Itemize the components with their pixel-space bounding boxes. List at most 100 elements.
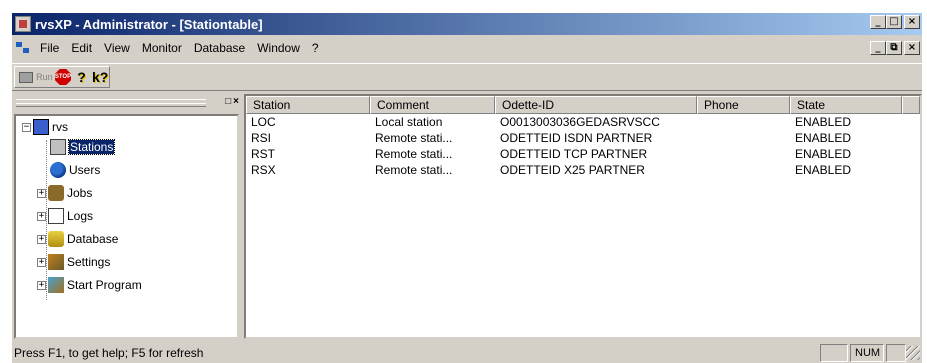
collapse-icon[interactable]: − [22,122,31,132]
start-program-icon [48,277,64,293]
cell-comment: Local station [375,115,443,129]
pane-grip[interactable] [16,103,206,107]
cell-odette-id: ODETTEID X25 PARTNER [500,163,645,177]
table-row[interactable]: LOC Local station O0013003036GEDASRVSCC … [246,114,920,130]
document-icon[interactable] [15,40,31,56]
table-row[interactable]: RSX Remote stati... ODETTEID X25 PARTNER… [246,162,920,178]
context-help-icon: k? [92,69,109,85]
tree-label: rvs [52,120,68,134]
tree-node-settings[interactable]: + Settings [37,253,110,271]
tree-view[interactable]: − rvs Stations Users + Jobs + Logs + Dat… [14,114,239,339]
jobs-icon [48,185,64,201]
tree-node-logs[interactable]: + Logs [37,207,93,225]
tree-label: Settings [67,255,111,269]
tree-node-start-program[interactable]: + Start Program [37,276,142,294]
cell-state: ENABLED [795,131,852,145]
cell-state: ENABLED [795,115,852,129]
cell-station: RST [251,147,275,161]
table-row[interactable]: RSI Remote stati... ODETTEID ISDN PARTNE… [246,130,920,146]
tree-label: Logs [67,209,94,223]
station-table[interactable]: Station Comment Odette-ID Phone State LO… [244,94,922,339]
menu-edit[interactable]: Edit [65,41,98,55]
tree-node-rvs[interactable]: − rvs [22,118,68,136]
title-bar[interactable]: rvsXP - Administrator - [Stationtable] _… [12,13,922,35]
menu-monitor[interactable]: Monitor [136,41,188,55]
expand-icon[interactable]: + [37,211,46,221]
menu-file[interactable]: File [34,41,65,55]
tree-node-jobs[interactable]: + Jobs [37,184,92,202]
cell-comment: Remote stati... [375,131,453,145]
expand-icon[interactable]: + [37,280,46,290]
column-header-station[interactable]: Station [246,96,370,114]
menu-view[interactable]: View [98,41,136,55]
print-icon[interactable] [17,68,35,86]
tree-pane-header[interactable]: □ × [12,94,243,110]
mdi-minimize-button[interactable]: _ [870,41,886,55]
cell-station: RSI [251,131,272,145]
tree-node-database[interactable]: + Database [37,230,118,248]
help-button[interactable]: ? [73,68,91,86]
cell-comment: Remote stati... [375,147,453,161]
resize-grip-icon[interactable] [906,346,920,360]
mdi-close-button[interactable]: × [904,41,920,55]
cell-odette-id: ODETTEID ISDN PARTNER [500,131,653,145]
status-bar: Press F1, to get help; F5 for refresh NU… [12,343,922,363]
cell-phone [697,114,790,130]
maximize-button[interactable]: □ [886,15,902,29]
context-help-button[interactable]: k? [91,68,109,86]
tree-label: Jobs [67,186,93,200]
window-title: rvsXP - Administrator - [Stationtable] [35,16,263,32]
expand-icon[interactable]: + [37,188,46,198]
pane-maximize-button[interactable]: □ [225,96,231,107]
cell-odette-id: ODETTEID TCP PARTNER [500,147,648,161]
cell-phone [697,130,790,146]
status-num-indicator: NUM [850,344,884,362]
cell-state: ENABLED [795,163,852,177]
settings-icon [48,254,64,270]
mdi-restore-button[interactable]: ⧉ [886,41,902,55]
tree-label: Users [69,163,101,177]
tree-label: Start Program [67,278,142,292]
run-button[interactable]: Run [36,68,54,86]
tree-node-users[interactable]: Users [50,161,100,179]
expand-icon[interactable]: + [37,257,46,267]
column-header-filler [902,96,920,114]
tree-label: Database [67,232,119,246]
cell-odette-id: O0013003036GEDASRVSCC [500,115,660,129]
toolbar: Run STOP ? k? [12,63,922,91]
menu-window[interactable]: Window [251,41,306,55]
cell-station: LOC [251,115,276,129]
status-pane-scroll [886,344,906,362]
computer-icon [33,119,49,135]
pane-close-button[interactable]: × [233,96,239,107]
cell-comment: Remote stati... [375,163,453,177]
app-icon[interactable] [15,16,31,32]
close-button[interactable]: × [904,15,920,29]
status-pane-caps [820,344,848,362]
status-text: Press F1, to get help; F5 for refresh [14,346,204,360]
app-window: rvsXP - Administrator - [Stationtable] _… [12,13,922,363]
expand-icon[interactable]: + [37,234,46,244]
menu-bar: File Edit View Monitor Database Window ?… [12,37,922,59]
help-icon: ? [77,69,86,85]
column-header-odette-id[interactable]: Odette-ID [495,96,697,114]
cell-phone [697,146,790,162]
minimize-button[interactable]: _ [870,15,886,29]
stop-button[interactable]: STOP [54,68,72,86]
logs-icon [48,208,64,224]
tree-label: Stations [67,139,116,155]
column-header-comment[interactable]: Comment [370,96,495,114]
column-header-phone[interactable]: Phone [697,96,790,114]
menu-help[interactable]: ? [306,41,325,55]
table-row[interactable]: RST Remote stati... ODETTEID TCP PARTNER… [246,146,920,162]
toolbar-group: Run STOP ? k? [14,66,110,88]
tree-pane: □ × − rvs Stations Users + Jobs + Logs +… [12,94,243,339]
cell-state: ENABLED [795,147,852,161]
tree-node-stations[interactable]: Stations [50,138,116,156]
table-header: Station Comment Odette-ID Phone State [246,96,920,114]
users-icon [50,162,66,178]
stop-icon: STOP [54,69,71,85]
menu-database[interactable]: Database [188,41,251,55]
cell-station: RSX [251,163,276,177]
column-header-state[interactable]: State [790,96,902,114]
